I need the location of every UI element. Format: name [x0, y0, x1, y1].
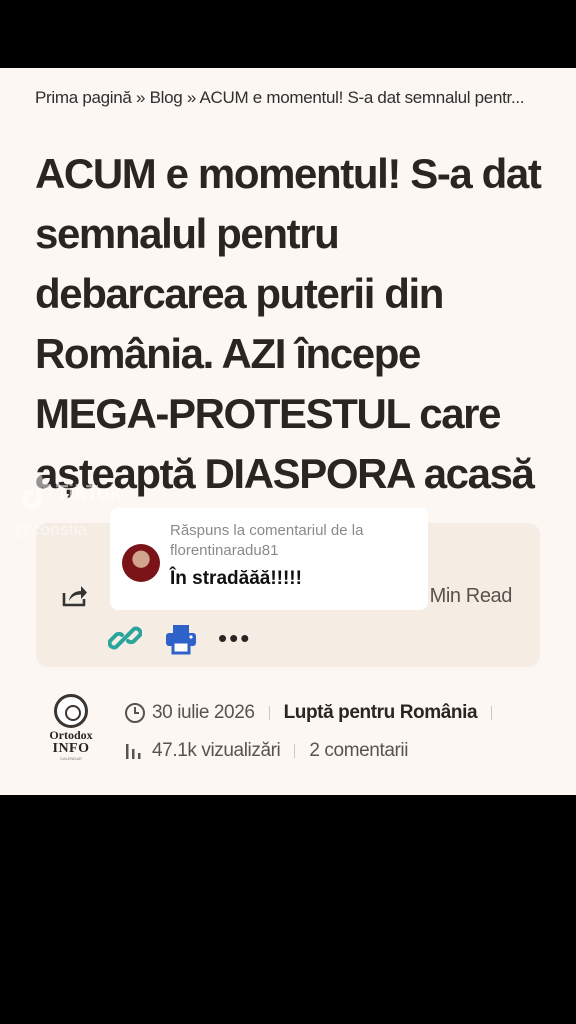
logo-text-info: INFO [52, 741, 90, 756]
category-link[interactable]: Luptă pentru România [284, 702, 478, 724]
logo-text-sub: CALENDAR [60, 756, 82, 761]
breadcrumb: Prima pagină » Blog » ACUM e momentul! S… [35, 88, 555, 108]
breadcrumb-separator: » [182, 88, 200, 107]
comments-link[interactable]: 2 comentarii [309, 740, 408, 762]
tiktok-username: @constia [14, 520, 88, 539]
publish-date: 30 iulie 2026 [152, 702, 255, 723]
breadcrumb-separator: » [131, 88, 150, 107]
meta-divider [294, 744, 296, 758]
meta-divider [268, 706, 270, 720]
meta-divider [491, 706, 493, 720]
reply-comment-card[interactable]: Răspuns la comentariul de la florentinar… [110, 508, 428, 610]
tiktok-logo-icon [22, 476, 50, 509]
logo-emblem-icon [54, 694, 88, 728]
share-icon[interactable] [60, 583, 88, 609]
views-count: 47.1k vizualizări [152, 740, 281, 761]
commenter-avatar [122, 544, 160, 582]
breadcrumb-blog-link[interactable]: Blog [150, 88, 183, 107]
reply-comment-text: În stradăăă!!!!! [170, 568, 302, 589]
print-icon[interactable] [164, 623, 198, 655]
breadcrumb-home-link[interactable]: Prima pagină [35, 88, 132, 107]
article-card: Prima pagină » Blog » ACUM e momentul! S… [0, 68, 576, 795]
bar-chart-icon [126, 744, 141, 759]
clock-icon [125, 703, 145, 723]
breadcrumb-current: ACUM e momentul! S-a dat semnalul pentr.… [199, 88, 525, 107]
article-title: ACUM e momentul! S-a dat semnalul pentru… [35, 150, 542, 497]
reply-username: florentinaradu81 [170, 542, 279, 559]
reply-label: Răspuns la comentariul de la [170, 522, 364, 539]
more-icon[interactable]: ••• [218, 623, 251, 654]
site-logo[interactable]: Ortodox INFO CALENDAR [40, 694, 102, 774]
tiktok-watermark: TikTok [56, 482, 122, 504]
link-icon[interactable] [108, 621, 142, 655]
min-read-label: Min Read [429, 585, 513, 607]
